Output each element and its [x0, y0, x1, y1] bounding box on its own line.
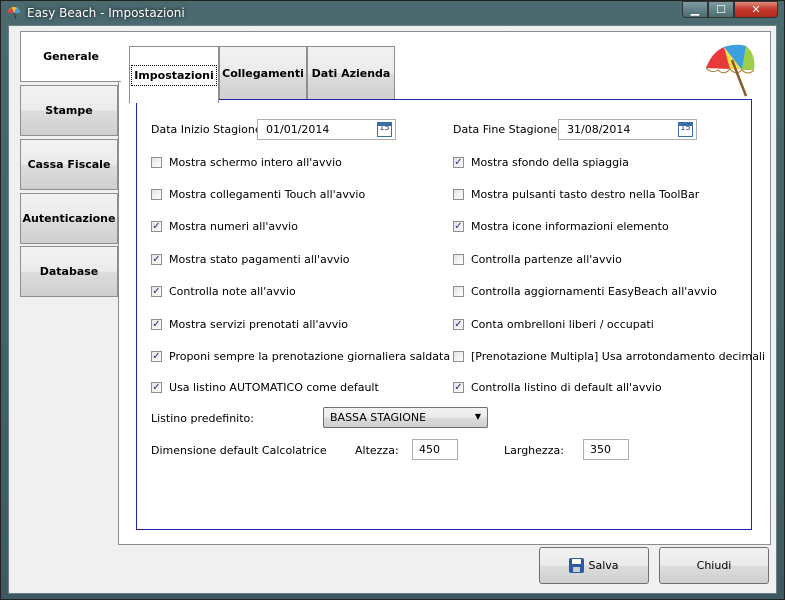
checkbox-label: Proponi sempre la prenotazione giornalie…: [169, 350, 451, 363]
sidebar-tab-generale[interactable]: Generale: [20, 31, 121, 82]
checkbox-checked[interactable]: ✓: [151, 382, 162, 393]
checkbox-row[interactable]: [Prenotazione Multipla] Usa arrotondamen…: [453, 350, 765, 363]
sidebar-tab-label: Cassa Fiscale: [27, 158, 111, 171]
checkbox-row[interactable]: Controlla aggiornamenti EasyBeach all'av…: [453, 285, 717, 298]
floppy-disk-icon: [569, 558, 585, 573]
checkbox-row[interactable]: ✓ Controlla listino di default all'avvio: [453, 381, 662, 394]
season-start-value: 01/01/2014: [266, 123, 330, 136]
calculator-width-label: Larghezza:: [504, 444, 564, 457]
season-start-datepicker[interactable]: 01/01/2014 15: [257, 119, 396, 140]
checkbox-row[interactable]: ✓ Proponi sempre la prenotazione giornali…: [151, 350, 450, 363]
checkbox-checked[interactable]: ✓: [453, 221, 464, 232]
listino-value: BASSA STAGIONE: [330, 411, 427, 424]
tab-collegamenti[interactable]: Collegamenti: [219, 46, 307, 101]
sidebar-tab-label: Database: [39, 265, 99, 278]
impostazioni-content: Data Inizio Stagione: 01/01/2014 15 Data…: [136, 99, 765, 530]
client-area: Generale Stampe Cassa Fiscale Autenticaz…: [8, 25, 777, 594]
sidebar-tab-autenticazione[interactable]: Autenticazione: [20, 193, 118, 244]
checkbox-unchecked[interactable]: [453, 351, 464, 362]
checkbox-label: Mostra numeri all'avvio: [169, 220, 298, 233]
checkbox-row[interactable]: ✓ Conta ombrelloni liberi / occupati: [453, 318, 654, 331]
checkbox-label: Controlla note all'avvio: [169, 285, 296, 298]
checkbox-label: Mostra schermo intero all'avvio: [169, 156, 342, 169]
checkbox-checked[interactable]: ✓: [151, 351, 162, 362]
checkbox-label: Mostra stato pagamenti all'avvio: [169, 253, 350, 266]
dropdown-arrow-icon: ▼: [474, 412, 481, 421]
checkbox-checked[interactable]: ✓: [453, 382, 464, 393]
calculator-height-input[interactable]: 450: [412, 439, 458, 460]
checkbox-checked[interactable]: ✓: [453, 157, 464, 168]
calendar-icon[interactable]: 15: [678, 122, 693, 137]
calculator-width-input[interactable]: 350: [583, 439, 629, 460]
checkbox-checked[interactable]: ✓: [151, 254, 162, 265]
calendar-icon[interactable]: 15: [377, 122, 392, 137]
checkbox-row[interactable]: Mostra schermo intero all'avvio: [151, 156, 342, 169]
checkbox-label: Controlla partenze all'avvio: [471, 253, 622, 266]
checkbox-checked[interactable]: ✓: [151, 221, 162, 232]
close-button[interactable]: Chiudi: [659, 547, 769, 584]
title-bar[interactable]: Easy Beach - Impostazioni ▁ ☐ ✕: [1, 1, 784, 25]
checkbox-label: Controlla listino di default all'avvio: [471, 381, 662, 394]
checkbox-row[interactable]: Mostra pulsanti tasto destro nella ToolB…: [453, 188, 699, 201]
save-button-label: Salva: [588, 559, 619, 572]
maximize-button[interactable]: ☐: [708, 1, 734, 18]
tab-label: Impostazioni: [131, 64, 217, 86]
tab-impostazioni[interactable]: Impostazioni: [129, 46, 219, 103]
season-start-label: Data Inizio Stagione:: [151, 123, 266, 136]
checkbox-row[interactable]: ✓ Usa listino AUTOMATICO come default: [151, 381, 379, 394]
checkbox-row[interactable]: Mostra collegamenti Touch all'avvio: [151, 188, 365, 201]
tab-label: Collegamenti: [222, 67, 304, 80]
generale-panel: Impostazioni Collegamenti Dati Azienda D…: [118, 31, 771, 545]
checkbox-row[interactable]: ✓ Mostra icone informazioni elemento: [453, 220, 669, 233]
checkbox-label: Mostra collegamenti Touch all'avvio: [169, 188, 366, 201]
beach-umbrella-icon: [705, 44, 755, 97]
season-end-datepicker[interactable]: 31/08/2014 15: [558, 119, 697, 140]
checkbox-label: Mostra icone informazioni elemento: [471, 220, 669, 233]
close-window-button[interactable]: ✕: [734, 1, 778, 18]
app-umbrella-icon: [8, 7, 20, 20]
checkbox-label: Conta ombrelloni liberi / occupati: [471, 318, 654, 331]
window-title: Easy Beach - Impostazioni: [27, 6, 185, 20]
close-button-label: Chiudi: [696, 559, 732, 572]
checkbox-checked[interactable]: ✓: [151, 319, 162, 330]
sidebar-tab-stampe[interactable]: Stampe: [20, 85, 118, 136]
checkbox-label: Controlla aggiornamenti EasyBeach all'av…: [471, 285, 717, 298]
tab-label: Dati Azienda: [311, 67, 391, 80]
save-button[interactable]: Salva: [539, 547, 649, 584]
sidebar-tab-cassa-fiscale[interactable]: Cassa Fiscale: [20, 139, 118, 190]
checkbox-row[interactable]: ✓ Mostra sfondo della spiaggia: [453, 156, 629, 169]
calculator-height-value: 450: [419, 443, 440, 456]
checkbox-label: Mostra pulsanti tasto destro nella ToolB…: [471, 188, 700, 201]
calculator-size-label: Dimensione default Calcolatrice: [151, 444, 327, 457]
sidebar-tab-label: Autenticazione: [22, 212, 116, 225]
season-end-value: 31/08/2014: [567, 123, 631, 136]
minimize-button[interactable]: ▁: [682, 1, 708, 18]
listino-label: Listino predefinito:: [151, 412, 254, 425]
checkbox-unchecked[interactable]: [151, 157, 162, 168]
checkbox-unchecked[interactable]: [453, 189, 464, 200]
checkbox-unchecked[interactable]: [453, 254, 464, 265]
checkbox-label: Mostra sfondo della spiaggia: [471, 156, 629, 169]
checkbox-unchecked[interactable]: [151, 189, 162, 200]
calculator-width-value: 350: [590, 443, 611, 456]
checkbox-row[interactable]: ✓ Controlla note all'avvio: [151, 285, 296, 298]
tab-dati-azienda[interactable]: Dati Azienda: [307, 46, 395, 101]
checkbox-unchecked[interactable]: [453, 286, 464, 297]
checkbox-row[interactable]: Controlla partenze all'avvio: [453, 253, 622, 266]
listino-dropdown[interactable]: BASSA STAGIONE ▼: [323, 407, 488, 428]
sidebar-tab-database[interactable]: Database: [20, 246, 118, 297]
checkbox-checked[interactable]: ✓: [453, 319, 464, 330]
checkbox-row[interactable]: ✓ Mostra numeri all'avvio: [151, 220, 298, 233]
checkbox-row[interactable]: ✓ Mostra servizi prenotati all'avvio: [151, 318, 348, 331]
checkbox-label: Mostra servizi prenotati all'avvio: [169, 318, 349, 331]
checkbox-label: Usa listino AUTOMATICO come default: [169, 381, 379, 394]
calculator-height-label: Altezza:: [355, 444, 399, 457]
checkbox-checked[interactable]: ✓: [151, 286, 162, 297]
app-window: Easy Beach - Impostazioni ▁ ☐ ✕ Generale…: [0, 0, 785, 600]
checkbox-row[interactable]: ✓ Mostra stato pagamenti all'avvio: [151, 253, 350, 266]
season-end-label: Data Fine Stagione:: [453, 123, 561, 136]
checkbox-label: [Prenotazione Multipla] Usa arrotondamen…: [471, 350, 766, 363]
sidebar-tab-label: Generale: [43, 50, 99, 63]
sidebar-tab-label: Stampe: [45, 104, 93, 117]
